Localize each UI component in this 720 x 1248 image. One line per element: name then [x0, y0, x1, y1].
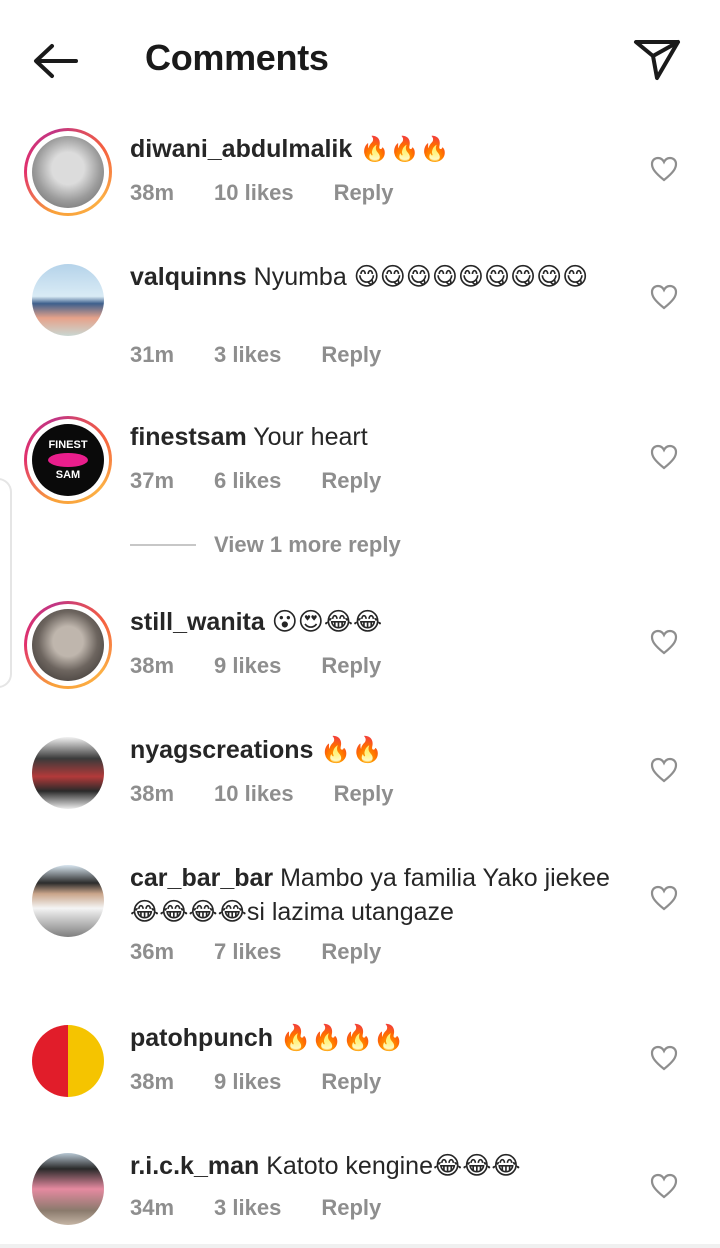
edge-drawer-handle[interactable] [0, 478, 12, 688]
comment-username[interactable]: nyagscreations [130, 736, 313, 764]
avatar-logo-bottom: SAM [55, 469, 81, 481]
reply-button[interactable]: Reply [321, 939, 381, 965]
reply-button[interactable]: Reply [334, 781, 394, 807]
divider-line [130, 544, 196, 546]
bottom-divider [0, 1244, 720, 1248]
comment-time: 38m [130, 781, 175, 806]
comment-meta: 38m 9 likes Reply [130, 653, 421, 679]
share-button[interactable] [630, 34, 684, 84]
arrow-left-icon [34, 44, 78, 78]
comment-time: 34m [130, 1195, 175, 1220]
view-more-label: View 1 more reply [214, 532, 401, 557]
comment-time: 36m [130, 939, 175, 964]
comment-time: 38m [130, 653, 175, 678]
comment-username[interactable]: valquinns [130, 263, 247, 291]
comment-username[interactable]: finestsam [130, 423, 247, 451]
comment-username[interactable]: car_bar_bar [130, 864, 273, 892]
heart-icon[interactable] [650, 1173, 678, 1199]
comment-username[interactable]: still_wanita [130, 608, 265, 636]
comment-time: 38m [130, 1069, 175, 1094]
page-title: Comments [145, 37, 329, 78]
comment-likes[interactable]: 9 likes [214, 653, 281, 679]
comment-time: 31m [130, 342, 175, 367]
comment-meta: 38m 10 likes Reply [130, 781, 433, 807]
avatar[interactable] [24, 1017, 112, 1105]
reply-button[interactable]: Reply [321, 468, 381, 494]
reply-button[interactable]: Reply [321, 653, 381, 679]
reply-button[interactable]: Reply [321, 342, 381, 368]
heart-icon[interactable] [650, 757, 678, 783]
comment-likes[interactable]: 3 likes [214, 342, 281, 368]
comment-text: Nyumba 😋😋😋😋😋😋😋😋😋 [246, 263, 589, 291]
avatar[interactable] [24, 601, 112, 689]
avatar-logo-top: FINEST [48, 439, 88, 451]
view-more-replies-button[interactable]: View 1 more reply [130, 532, 401, 558]
comment-time: 38m [130, 180, 175, 205]
reply-button[interactable]: Reply [334, 180, 394, 206]
heart-icon[interactable] [650, 444, 678, 470]
comment-meta: 31m 3 likes Reply [130, 342, 421, 368]
comment-username[interactable]: r.i.c.k_man [130, 1152, 259, 1180]
avatar[interactable] [24, 128, 112, 216]
comment-text: 🔥🔥 [313, 736, 383, 764]
comment-meta: 37m 6 likes Reply [130, 468, 421, 494]
comment-username[interactable]: diwani_abdulmalik [130, 135, 352, 163]
avatar[interactable]: FINEST SAM [24, 416, 112, 504]
comment-likes[interactable]: 10 likes [214, 781, 294, 807]
avatar[interactable] [24, 1145, 112, 1233]
heart-icon[interactable] [650, 156, 678, 182]
heart-icon[interactable] [650, 885, 678, 911]
back-button[interactable] [28, 36, 84, 86]
comment-time: 37m [130, 468, 175, 493]
comment-likes[interactable]: 9 likes [214, 1069, 281, 1095]
top-bar: Comments [0, 0, 720, 118]
send-paper-plane-icon [634, 40, 680, 80]
avatar[interactable] [24, 729, 112, 817]
heart-icon[interactable] [650, 1045, 678, 1071]
comment-likes[interactable]: 10 likes [214, 180, 294, 206]
avatar[interactable] [24, 256, 112, 344]
comment-likes[interactable]: 6 likes [214, 468, 281, 494]
reply-button[interactable]: Reply [321, 1069, 381, 1095]
reply-button[interactable]: Reply [321, 1195, 381, 1221]
comment-username[interactable]: patohpunch [130, 1024, 273, 1052]
comment-text: 🔥🔥🔥 [352, 135, 450, 163]
avatar[interactable] [24, 857, 112, 945]
comment-meta: 34m 3 likes Reply [130, 1195, 421, 1221]
comment-text: Katoto kengine😂😂😂 [259, 1152, 521, 1180]
comment-text: Your heart [246, 423, 368, 451]
comment-meta: 38m 9 likes Reply [130, 1069, 421, 1095]
comment-meta: 36m 7 likes Reply [130, 939, 421, 965]
heart-icon[interactable] [650, 284, 678, 310]
comment-text: 🔥🔥🔥🔥 [273, 1024, 405, 1052]
heart-icon[interactable] [650, 629, 678, 655]
comment-likes[interactable]: 3 likes [214, 1195, 281, 1221]
comment-text: 😮😍😂😂 [264, 608, 383, 636]
lips-icon [48, 453, 88, 467]
comment-likes[interactable]: 7 likes [214, 939, 281, 965]
comment-meta: 38m 10 likes Reply [130, 180, 433, 206]
